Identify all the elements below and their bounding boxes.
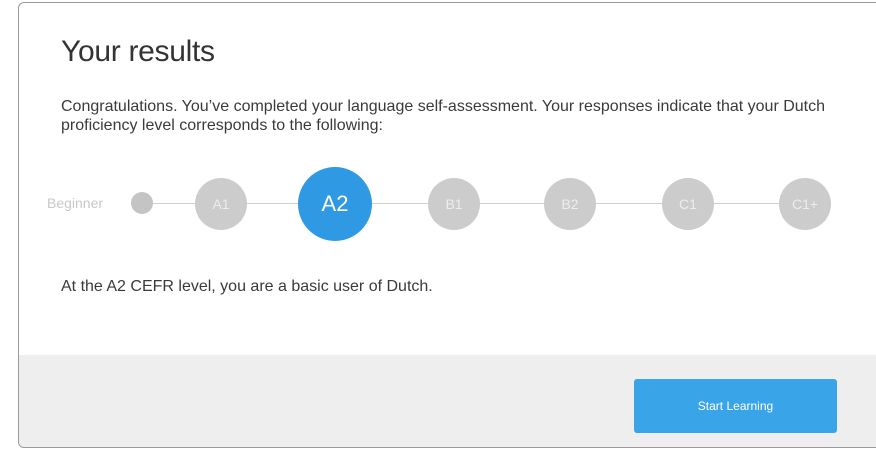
intro-text: Congratulations. You’ve completed your l…	[61, 98, 826, 134]
beginner-label: Beginner	[47, 195, 104, 211]
result-summary: At the A2 CEFR level, you are a basic us…	[61, 278, 433, 295]
start-learning-button[interactable]: Start Learning	[634, 379, 837, 433]
level-b2: B2	[544, 178, 596, 230]
level-c1: C1	[662, 178, 714, 230]
beginner-dot	[131, 192, 153, 214]
results-card: Your results Congratulations. You’ve com…	[18, 2, 876, 448]
proficiency-scale: Beginner A1 A2 B1 B2 C1 C1+	[19, 167, 876, 247]
page-title: Your results	[61, 35, 215, 68]
level-b1: B1	[428, 178, 480, 230]
level-a2-selected: A2	[298, 167, 372, 241]
level-a1: A1	[195, 178, 247, 230]
level-c1-plus: C1+	[779, 178, 831, 230]
footer-bar: Start Learning	[19, 355, 876, 447]
